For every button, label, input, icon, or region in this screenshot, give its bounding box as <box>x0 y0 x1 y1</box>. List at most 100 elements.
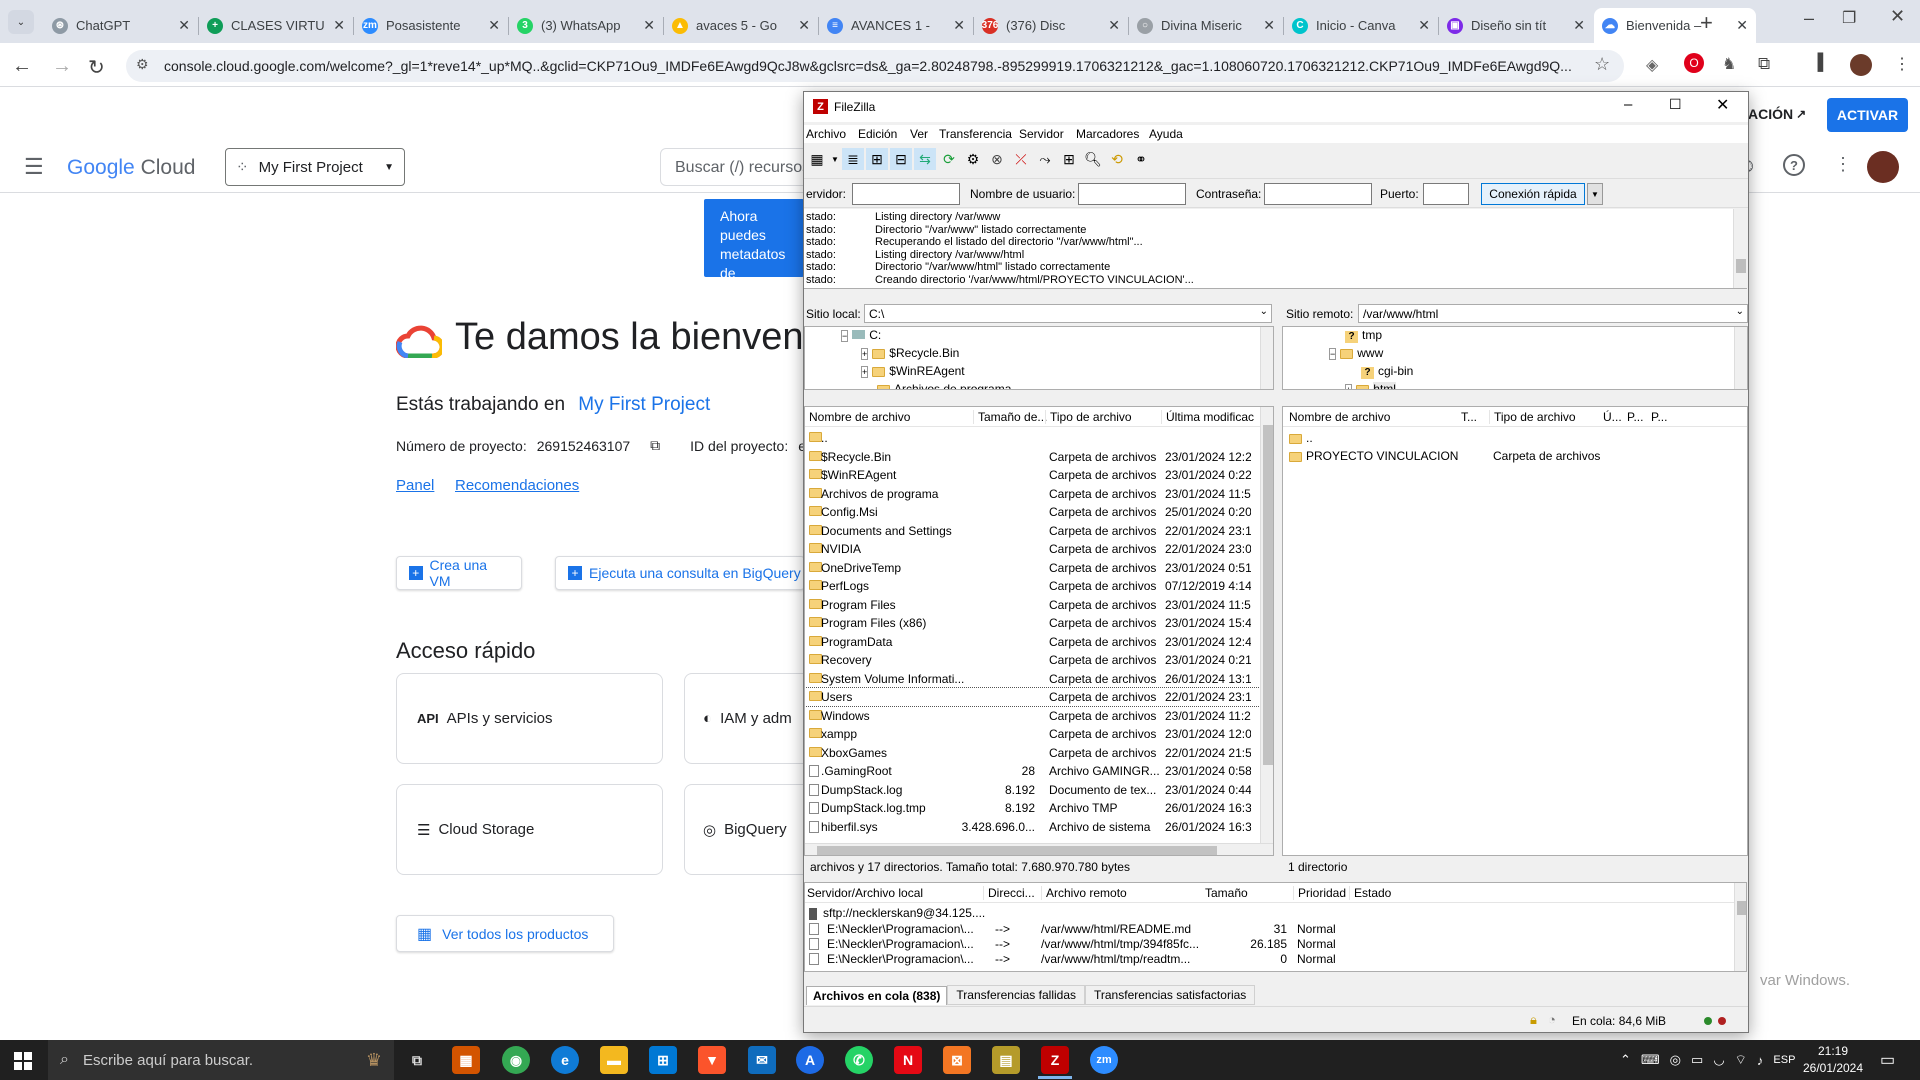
local-list-vscroll[interactable] <box>1260 407 1273 843</box>
menu-edicion[interactable]: Edición <box>858 127 897 141</box>
tab-close-icon[interactable]: ✕ <box>333 17 345 34</box>
store-icon[interactable]: ⊞ <box>649 1046 677 1074</box>
menu-servidor[interactable]: Servidor <box>1019 127 1064 141</box>
tree-item[interactable]: Archivos de programa <box>877 382 1011 389</box>
remote-tree-scrollbar[interactable] <box>1734 327 1747 389</box>
browser-tab[interactable]: ▣ Diseño sin tít ✕ <box>1439 8 1593 43</box>
menu-transferencia[interactable]: Transferencia <box>939 127 1012 141</box>
tab-queued[interactable]: Archivos en cola (838) <box>806 985 948 1005</box>
file-row[interactable]: Archivos de programa Carpeta de archivos 2… <box>805 485 1260 503</box>
menu-marcadores[interactable]: Marcadores <box>1076 127 1139 141</box>
volume-icon[interactable]: ♪ <box>1757 1053 1764 1068</box>
file-row[interactable]: PerfLogs Carpeta de archivos 07/12/2019 4:… <box>805 577 1260 595</box>
file-row[interactable]: .. <box>805 429 1260 447</box>
account-avatar[interactable] <box>1867 151 1899 183</box>
tab-close-icon[interactable]: ✕ <box>1573 17 1585 34</box>
toggle-remote-tree-icon[interactable]: ⊟ <box>890 148 912 170</box>
port-input[interactable] <box>1423 183 1469 205</box>
tree-item[interactable]: + $Recycle.Bin <box>861 346 959 364</box>
google-cloud-logo[interactable]: Google Cloud <box>67 156 195 180</box>
minimize-window-button[interactable]: – <box>1804 8 1814 29</box>
clock[interactable]: 21:19 26/01/2024 <box>1798 1043 1868 1077</box>
mail-icon[interactable]: ✉ <box>748 1046 776 1074</box>
menu-ayuda[interactable]: Ayuda <box>1149 127 1183 141</box>
file-row[interactable]: Program Files (x86) Carpeta de archivos 23… <box>805 614 1260 632</box>
tab-failed[interactable]: Transferencias fallidas <box>947 985 1085 1005</box>
language-indicator[interactable]: ESP <box>1773 1054 1795 1066</box>
address-bar[interactable]: ⚙ console.cloud.google.com/welcome?_gl=1… <box>126 50 1624 82</box>
tab-close-icon[interactable]: ✕ <box>953 17 965 34</box>
project-name-link[interactable]: My First Project <box>578 394 710 415</box>
app-taskbar-icon[interactable]: ▦ <box>452 1046 480 1074</box>
file-row[interactable]: XboxGames Carpeta de archivos 22/01/2024 2… <box>805 744 1260 762</box>
close-window-button[interactable]: ✕ <box>1890 6 1905 27</box>
process-queue-icon[interactable]: ⚙ <box>962 148 984 170</box>
quick-card-apis[interactable]: API APIs y servicios <box>396 673 663 764</box>
scroll-thumb[interactable] <box>1736 259 1746 273</box>
tab-close-icon[interactable]: ✕ <box>1736 17 1748 34</box>
battery-icon[interactable]: ▭ <box>1691 1052 1703 1068</box>
network-icon[interactable]: ◡ <box>1713 1052 1724 1068</box>
toggle-local-tree-icon[interactable]: ⊞ <box>866 148 888 170</box>
tree-item[interactable]: + html <box>1345 382 1396 389</box>
tab-close-icon[interactable]: ✕ <box>643 17 655 34</box>
xampp-icon[interactable]: ⊠ <box>943 1046 971 1074</box>
refresh-icon[interactable]: ⟳ <box>938 148 960 170</box>
toggle-log-icon[interactable]: ≣ <box>842 148 864 170</box>
quick-card-bigquery[interactable]: ◎ BigQuery <box>684 784 804 875</box>
browser-tab[interactable]: zm Posasistente ✕ <box>354 8 508 43</box>
queue-scrollbar[interactable] <box>1734 883 1746 971</box>
dropdown-arrow-icon[interactable]: ▼ <box>830 148 840 170</box>
netflix-icon[interactable]: N <box>894 1046 922 1074</box>
webcam-icon[interactable]: ◎ <box>1670 1052 1681 1068</box>
password-input[interactable] <box>1264 183 1372 205</box>
notification-center-icon[interactable]: ▭ <box>1880 1050 1895 1070</box>
tab-close-icon[interactable]: ✕ <box>178 17 190 34</box>
wifi-icon[interactable]: ⌔ <box>1735 1052 1747 1068</box>
expand-icon[interactable]: + <box>1345 384 1353 389</box>
toggle-queue-icon[interactable]: ⇆ <box>914 148 936 170</box>
create-vm-button[interactable]: + Crea una VM <box>396 556 522 590</box>
file-row[interactable]: DumpStack.log.tmp 8.192 Archivo TMP 26/01/2… <box>805 799 1260 817</box>
chrome-icon[interactable]: ◉ <box>502 1046 530 1074</box>
file-row[interactable]: .GamingRoot 28 Archivo GAMINGR... 23/01/202… <box>805 762 1260 780</box>
brave-icon[interactable]: ▼ <box>698 1046 726 1074</box>
profile-avatar[interactable] <box>1850 54 1872 76</box>
browser-tab[interactable]: ▲ avaces 5 - Go ✕ <box>664 8 818 43</box>
extension-figure-icon[interactable]: ♞ <box>1722 54 1736 74</box>
col-direction[interactable]: Direcci... <box>983 886 1035 900</box>
file-row[interactable]: Users Carpeta de archivos 22/01/2024 23:16… <box>805 687 1261 707</box>
file-row[interactable]: $WinREAgent Carpeta de archivos 23/01/2024… <box>805 466 1260 484</box>
remote-site-input[interactable]: /var/www/html ⌄ <box>1358 304 1748 323</box>
chevron-up-icon[interactable]: ⌃ <box>1620 1052 1631 1068</box>
tree-item[interactable]: ? tmp <box>1345 328 1382 346</box>
opera-extension-icon[interactable]: O <box>1684 53 1704 73</box>
expand-icon[interactable]: − <box>1329 348 1337 360</box>
sync-browse-icon[interactable]: ⟲ <box>1106 148 1128 170</box>
extension-shield-icon[interactable]: ◈ <box>1646 55 1658 75</box>
username-input[interactable] <box>1078 183 1186 205</box>
scroll-thumb[interactable] <box>817 846 1217 855</box>
recommendations-link[interactable]: Recomendaciones <box>455 477 579 494</box>
menu-archivo[interactable]: Archivo <box>806 127 846 141</box>
file-row[interactable]: OneDriveTemp Carpeta de archivos 23/01/202… <box>805 559 1260 577</box>
disconnect-icon[interactable]: ⤫ <box>1010 148 1032 170</box>
task-view-icon[interactable]: ⧉ <box>403 1046 431 1074</box>
filezilla-taskbar-icon[interactable]: Z <box>1041 1046 1069 1074</box>
reconnect-icon[interactable]: ⤳ <box>1034 148 1056 170</box>
file-row[interactable]: xampp Carpeta de archivos 23/01/2024 12:09… <box>805 725 1260 743</box>
log-scrollbar[interactable] <box>1733 209 1747 288</box>
menu-ver[interactable]: Ver <box>910 127 928 141</box>
file-row[interactable]: hiberfil.sys 3.428.696.0... Archivo de sis… <box>805 818 1260 836</box>
tab-close-icon[interactable]: ✕ <box>488 17 500 34</box>
activate-button[interactable]: ACTIVAR <box>1827 98 1908 132</box>
back-icon[interactable]: ← <box>12 55 32 78</box>
scroll-thumb[interactable] <box>1263 425 1273 765</box>
forward-icon[interactable]: → <box>52 55 72 78</box>
col-server-local[interactable]: Servidor/Archivo local <box>807 886 923 900</box>
quick-card-iam[interactable]: ◐ IAM y adm <box>684 673 804 764</box>
hamburger-menu-icon[interactable]: ☰ <box>24 154 44 180</box>
browser-tab[interactable]: ⊛ ChatGPT ✕ <box>44 8 198 43</box>
search-input[interactable]: Buscar (/) recursos <box>660 148 806 186</box>
help-icon[interactable]: ? <box>1783 154 1805 176</box>
